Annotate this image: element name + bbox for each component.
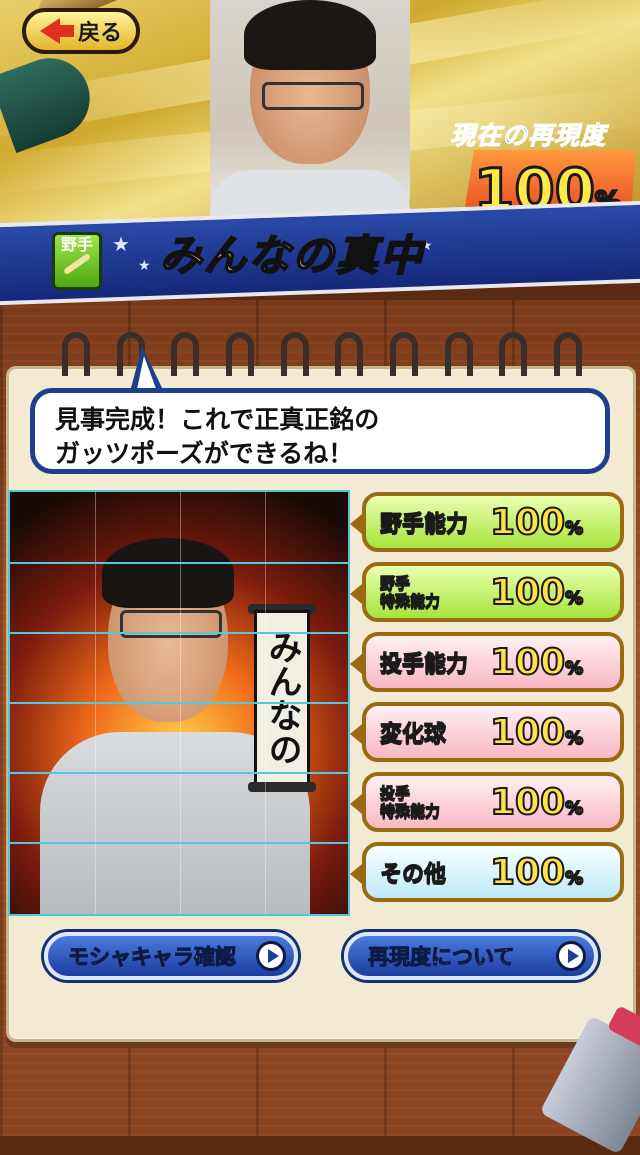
- character-photo: みんなの: [8, 490, 350, 916]
- speech-line-1: 見事完成！これで正真正銘の: [55, 405, 380, 434]
- stat-pointer: [350, 864, 362, 884]
- stat-unit: %: [564, 587, 584, 610]
- stat-number: 100: [489, 851, 566, 894]
- stat-unit: %: [564, 657, 584, 680]
- stat-label: その他: [380, 862, 447, 888]
- stat-fielder-ability: 野手能力 100%: [350, 492, 624, 552]
- stat-pointer: [350, 514, 362, 534]
- stat-pointer: [350, 794, 362, 814]
- position-badge: 野手: [52, 232, 102, 290]
- stat-pointer: [350, 724, 362, 744]
- scroll-bottom: [248, 782, 316, 792]
- ring: [171, 332, 200, 376]
- stat-label: 野手能力: [380, 512, 469, 538]
- grid-hline: [10, 772, 348, 774]
- stat-pitcher-ability: 投手能力 100%: [350, 632, 624, 692]
- stat-pitcher-special: 投手 特殊能力 100%: [350, 772, 624, 832]
- stat-fielder-special: 野手 特殊能力 100%: [350, 562, 624, 622]
- stat-value: 100%: [489, 711, 584, 754]
- stat-label: 変化球: [380, 722, 447, 748]
- speech-tail: [130, 346, 164, 394]
- stat-pointer: [350, 584, 362, 604]
- ring: [335, 332, 364, 376]
- stat-number: 100: [489, 641, 566, 684]
- grid-hline: [10, 562, 348, 564]
- stat-value: 100%: [489, 501, 584, 544]
- photo-hair: [102, 538, 234, 608]
- ring: [553, 332, 582, 376]
- ring: [225, 332, 254, 376]
- stat-value: 100%: [489, 781, 584, 824]
- ring: [389, 332, 418, 376]
- mosya-check-label: モシャキャラ確認: [68, 945, 237, 970]
- portrait-glasses: [262, 82, 364, 110]
- ring: [444, 332, 473, 376]
- stat-number: 100: [489, 501, 566, 544]
- stat-label: 野手 特殊能力: [380, 574, 441, 611]
- arrow-left-icon: [39, 18, 74, 44]
- stat-number: 100: [489, 571, 566, 614]
- stat-other: その他 100%: [350, 842, 624, 902]
- play-icon: [556, 941, 586, 971]
- stat-unit: %: [564, 867, 584, 890]
- grid-hline: [10, 842, 348, 844]
- ring: [62, 332, 90, 376]
- play-icon: [256, 941, 286, 971]
- stat-value: 100%: [489, 851, 584, 894]
- grid-hline: [10, 632, 348, 634]
- mosya-check-button[interactable]: モシャキャラ確認: [44, 932, 298, 980]
- grid-hline: [10, 702, 348, 704]
- stat-label: 投手能力: [380, 652, 469, 678]
- stat-breaking-ball: 変化球 100%: [350, 702, 624, 762]
- stat-unit: %: [564, 797, 584, 820]
- speech-line-2: ガッツポーズができるね！: [55, 439, 354, 468]
- stat-value: 100%: [489, 641, 584, 684]
- position-badge-label: 野手: [60, 235, 93, 254]
- stat-unit: %: [564, 727, 584, 750]
- stat-number: 100: [489, 781, 566, 824]
- star-icon: ★: [112, 232, 130, 256]
- back-button-label: 戻る: [77, 21, 122, 46]
- name-scroll: みんなの: [254, 610, 310, 786]
- stat-label: 投手 特殊能力: [380, 784, 441, 821]
- about-reproduction-label: 再現度について: [367, 945, 515, 970]
- ring: [280, 332, 309, 376]
- back-button[interactable]: 戻る: [22, 8, 140, 54]
- star-icon: ★: [138, 258, 151, 274]
- reproduction-title: 現在の再現度: [449, 121, 607, 151]
- stat-number: 100: [489, 711, 566, 754]
- about-reproduction-button[interactable]: 再現度について: [344, 932, 598, 980]
- paint-brush-icon: [0, 47, 101, 153]
- stats-list: 野手能力 100% 野手 特殊能力 100% 投手能力 100% 変化球 100%…: [350, 492, 628, 912]
- stat-pointer: [350, 654, 362, 674]
- character-portrait: [210, 0, 410, 220]
- bat-icon: [62, 252, 92, 276]
- stat-value: 100%: [489, 571, 584, 614]
- portrait-hair: [244, 0, 376, 70]
- stat-unit: %: [564, 517, 584, 540]
- character-name: みんなの真中: [159, 230, 425, 281]
- ring: [499, 332, 528, 376]
- speech-bubble: 見事完成！これで正真正銘の ガッツポーズができるね！: [30, 388, 610, 474]
